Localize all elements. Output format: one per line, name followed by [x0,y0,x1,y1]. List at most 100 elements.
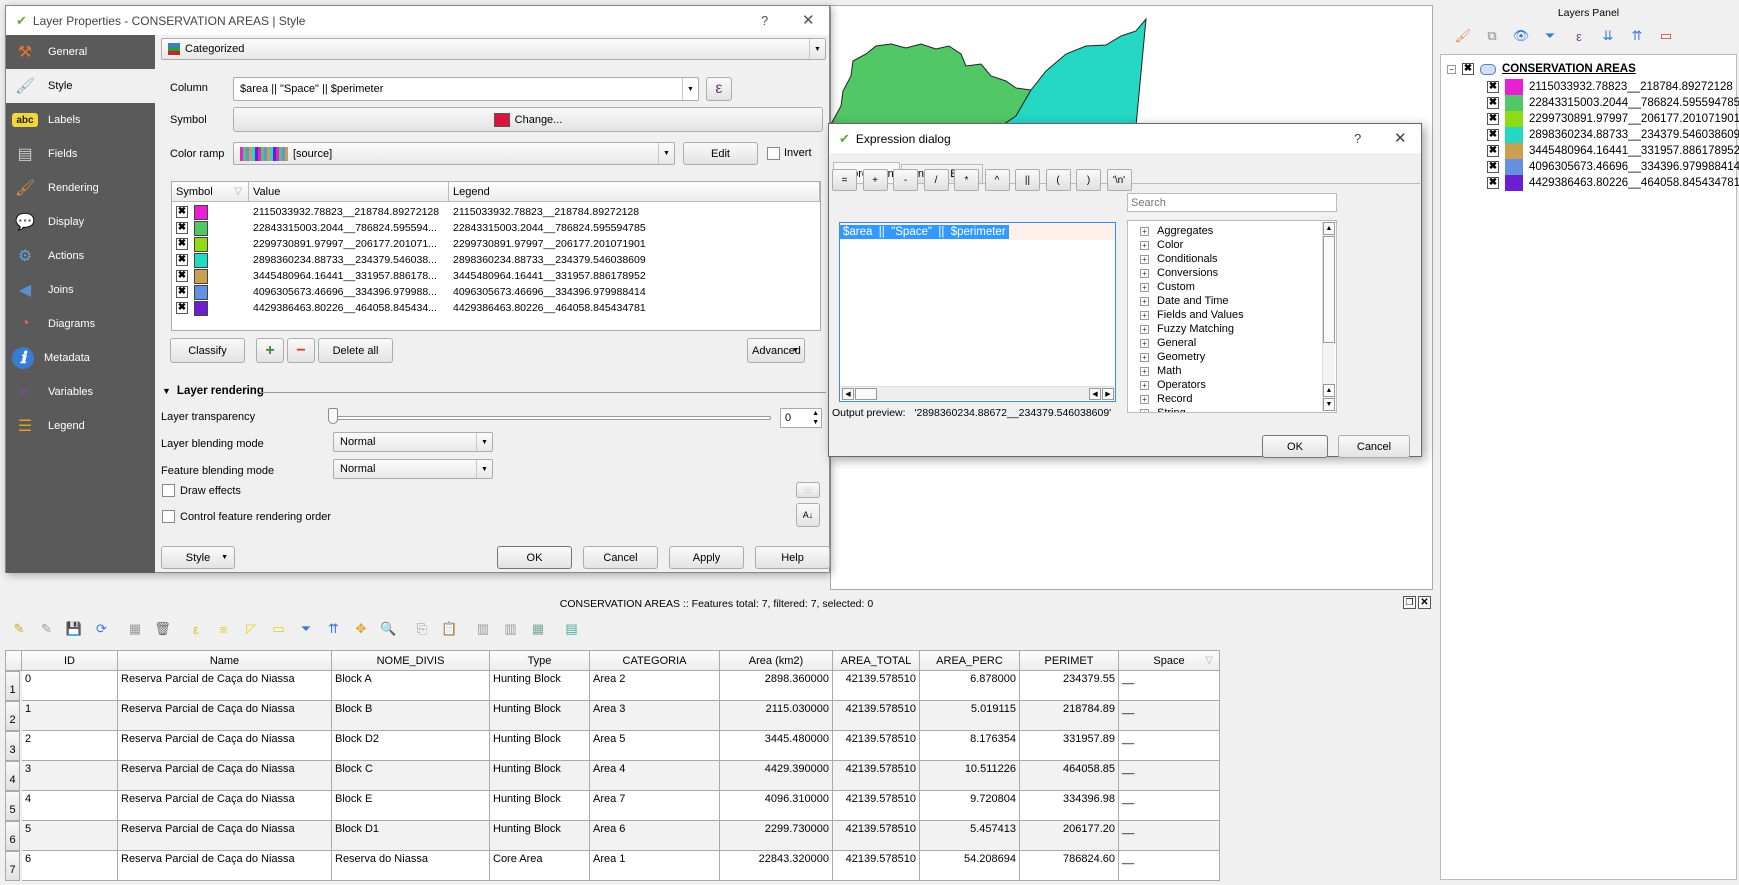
table-cell[interactable]: 331957.89 [1020,731,1119,761]
expand-icon[interactable]: + [1140,254,1149,264]
control-order-checkbox[interactable] [162,510,175,523]
category-color-swatch[interactable] [194,252,208,268]
category-row[interactable]: ✖ 4096305673.46696__334396.979988... 40963… [172,284,820,300]
expand-icon[interactable]: + [1140,380,1149,390]
function-group-date-and-time[interactable]: + Date and Time [1140,294,1229,308]
delete-field-icon[interactable]: ▥ [502,620,520,638]
add-category-button[interactable]: + [256,338,284,363]
category-row[interactable]: ✖ 2898360234.88733__234379.546038... 28983… [172,252,820,268]
operator-multiply-button[interactable]: * [954,169,979,191]
scroll-down-icon[interactable]: ▼ [1323,398,1335,411]
operator-divide-button[interactable]: / [923,169,949,191]
collapse-all-icon[interactable]: ⇈ [1628,27,1646,45]
collapse-icon[interactable]: − [1447,64,1456,74]
expand-icon[interactable]: + [1140,338,1149,348]
new-field-icon[interactable]: ▥ [474,620,492,638]
expand-icon[interactable]: + [1140,324,1149,334]
expand-all-icon[interactable]: ⇊ [1599,27,1617,45]
category-color-swatch[interactable] [194,300,208,316]
table-cell[interactable]: Block D1 [332,821,490,851]
legend-item-checkbox[interactable]: ✖ [1487,145,1499,157]
feature-blending-select[interactable]: Normal ▼ [333,459,493,479]
category-row[interactable]: ✖ 3445480964.16441__331957.886178... 34454… [172,268,820,284]
legend-item[interactable]: ✖ 22843315003.2044__786824.595594785 [1487,95,1739,111]
column-header-area-perc[interactable]: AREA_PERC [920,650,1020,671]
expression-button[interactable]: ε [706,77,732,101]
operator-plus-button[interactable]: + [862,169,888,191]
operator-close-paren-button[interactable]: ) [1076,169,1101,191]
expand-icon[interactable]: + [1140,408,1149,412]
filter-legend-icon[interactable]: ⏷ [1541,27,1559,45]
legend-item[interactable]: ✖ 2115033932.78823__218784.89272128 [1487,79,1733,95]
table-cell[interactable]: 464058.85 [1020,761,1119,791]
close-button[interactable]: ✕ [802,11,815,29]
function-group-general[interactable]: + General [1140,336,1196,350]
sidebar-item-joins[interactable]: ◀ Joins [6,273,155,307]
category-visible-checkbox[interactable]: ✖ [176,206,188,218]
table-cell[interactable]: 4 [22,791,118,821]
category-visible-checkbox[interactable]: ✖ [176,302,188,314]
style-manager-icon[interactable]: 🖌 [1454,27,1472,45]
table-cell[interactable]: 6 [22,851,118,881]
sidebar-item-labels[interactable]: abc Labels [6,103,155,137]
expand-icon[interactable]: + [1140,282,1149,292]
table-cell[interactable]: Hunting Block [490,821,590,851]
layer-blending-select[interactable]: Normal ▼ [333,432,493,452]
expand-icon[interactable]: + [1140,268,1149,278]
table-cell[interactable]: 5.457413 [920,821,1020,851]
layer-row-conservation-areas[interactable]: − ✖ CONSERVATION AREAS [1447,61,1636,77]
column-select[interactable]: $area || "Space" || $perimeter ▼ [233,77,699,101]
scroll-left-icon[interactable]: ◀ [1089,388,1101,400]
expand-icon[interactable]: + [1140,394,1149,404]
category-visible-checkbox[interactable]: ✖ [176,286,188,298]
sidebar-item-style[interactable]: 🖌 Style [6,69,155,103]
scroll-up-icon[interactable]: ▲ [1323,384,1335,397]
category-color-swatch[interactable] [194,284,208,300]
function-group-fuzzy-matching[interactable]: + Fuzzy Matching [1140,322,1234,336]
column-header-type[interactable]: Type [490,650,590,671]
legend-item-checkbox[interactable]: ✖ [1487,81,1499,93]
column-header-area-total[interactable]: AREA_TOTAL [833,650,920,671]
header-symbol[interactable]: Symbol ▽ [172,182,249,202]
multi-edit-icon[interactable]: ✎ [38,620,56,638]
function-group-geometry[interactable]: + Geometry [1140,350,1205,364]
sidebar-item-legend[interactable]: ☰ Legend [6,409,155,443]
table-cell[interactable]: __ [1119,731,1220,761]
float-button[interactable]: ❐ [1403,596,1416,609]
operator-concat-button[interactable]: || [1015,169,1040,191]
zoom-to-selection-icon[interactable]: 🔍 [380,620,398,638]
operator-minus-button[interactable]: - [893,169,918,191]
table-cell[interactable]: Reserva Parcial de Caça do Niassa [118,671,332,701]
column-header-nome-divis[interactable]: NOME_DIVIS [332,650,490,671]
draw-effects-checkbox[interactable] [162,484,175,497]
sidebar-item-fields[interactable]: ▤ Fields [6,137,155,171]
table-cell[interactable]: 0 [22,671,118,701]
order-settings-button[interactable]: A↓ [796,503,820,527]
table-cell[interactable]: Block E [332,791,490,821]
function-group-color[interactable]: + Color [1140,238,1183,252]
add-feature-icon[interactable]: ▦ [126,620,144,638]
table-cell[interactable]: 42139.578510 [833,821,920,851]
function-group-custom[interactable]: + Custom [1140,280,1195,294]
renderer-type-select[interactable]: Categorized ▼ [161,38,826,60]
column-header-space[interactable]: Space ▽ [1119,650,1220,671]
table-cell[interactable]: 2 [22,731,118,761]
help-button[interactable]: Help [755,546,830,569]
table-cell[interactable]: 4429.390000 [720,761,833,791]
category-visible-checkbox[interactable]: ✖ [176,238,188,250]
deselect-all-icon[interactable]: ▭ [270,620,288,638]
sidebar-item-general[interactable]: ⚒ General [6,35,155,69]
expression-editor[interactable]: $area || "Space" || $perimeter ◀ ◀ ▶ [839,222,1116,402]
table-cell[interactable]: Reserva Parcial de Caça do Niassa [118,701,332,731]
table-cell[interactable]: Area 1 [590,851,720,881]
legend-item[interactable]: ✖ 4429386463.80226__464058.845434781 [1487,175,1739,191]
help-button[interactable]: ? [761,13,768,28]
table-cell[interactable]: __ [1119,701,1220,731]
expand-icon[interactable]: + [1140,366,1149,376]
change-symbol-button[interactable]: Change... [233,107,823,132]
vertical-scrollbar[interactable]: ▲ ▲ ▼ [1322,222,1335,411]
category-color-swatch[interactable] [194,204,208,220]
table-cell[interactable]: __ [1119,671,1220,701]
expand-icon[interactable]: + [1140,226,1149,236]
remove-category-button[interactable]: − [287,338,315,363]
